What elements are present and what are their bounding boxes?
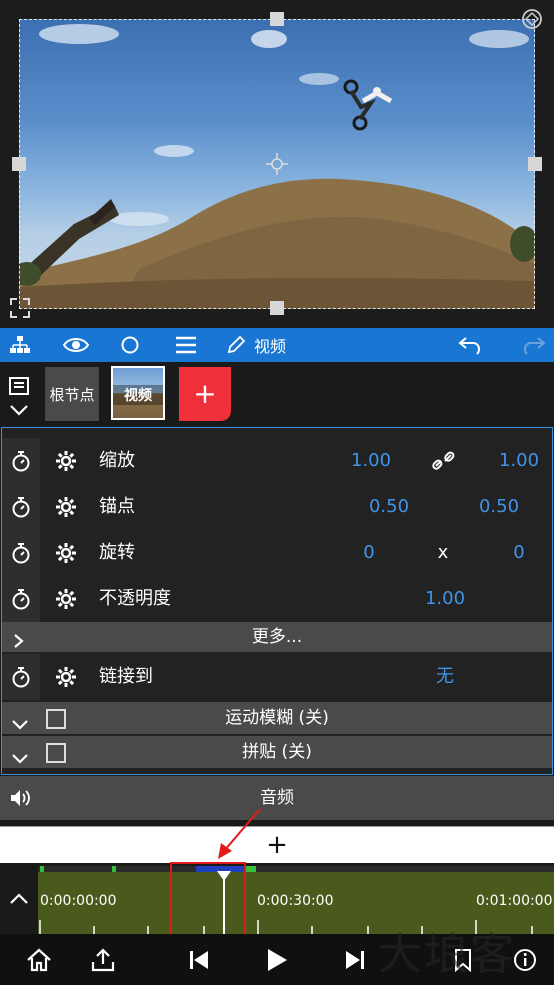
annotation-arrow <box>218 808 261 859</box>
pencil-icon <box>226 335 246 355</box>
resize-handle-top[interactable] <box>270 12 284 26</box>
keyframe-marker <box>112 866 116 872</box>
eye-icon[interactable] <box>60 328 92 362</box>
add-track-label: + <box>266 830 288 860</box>
highlight-box <box>170 862 246 938</box>
property-label: 缩放 <box>99 450 135 471</box>
property-row-anchor: 锚点 0.50 0.50 <box>2 484 552 530</box>
opacity-value[interactable]: 1.00 <box>410 576 480 622</box>
resize-handle-left[interactable] <box>12 157 26 171</box>
tile-checkbox[interactable] <box>46 743 66 763</box>
add-node-button[interactable]: + <box>179 367 231 421</box>
timecode-end: 0:01:00:00 <box>476 893 553 909</box>
export-icon[interactable] <box>86 934 120 985</box>
keyframe-stopwatch-icon[interactable] <box>2 530 40 576</box>
timecode-mid: 0:00:30:00 <box>257 893 334 909</box>
fit-frame-icon[interactable] <box>9 297 31 319</box>
keyframe-stopwatch-icon[interactable] <box>2 576 40 622</box>
link-to-value[interactable]: 无 <box>410 654 480 700</box>
section-tile[interactable]: 拼贴 (关) <box>2 736 552 768</box>
property-row-rotation: 旋转 0 x 0 <box>2 530 552 576</box>
video-node-label: 视频 <box>113 385 163 405</box>
property-row-link-to: 链接到 无 <box>2 654 552 700</box>
keyframe-marker <box>40 866 44 872</box>
root-node-button[interactable]: 根节点 <box>45 367 99 421</box>
chevron-down-icon <box>11 745 29 777</box>
skip-forward-icon[interactable] <box>338 934 372 985</box>
root-node-label: 根节点 <box>49 385 95 404</box>
resize-handle-right[interactable] <box>528 157 542 171</box>
property-label: 锚点 <box>99 496 135 517</box>
redo-icon[interactable] <box>518 328 550 362</box>
motion-blur-checkbox[interactable] <box>46 709 66 729</box>
audio-label: 音频 <box>260 788 294 808</box>
rename-button[interactable]: 视频 <box>226 328 306 362</box>
keyframe-stopwatch-icon[interactable] <box>2 484 40 530</box>
gear-icon[interactable] <box>54 530 78 576</box>
scale-x-value[interactable]: 1.00 <box>336 438 406 484</box>
link-chain-icon[interactable] <box>432 450 456 476</box>
scale-y-value[interactable]: 1.00 <box>484 438 554 484</box>
gear-icon[interactable] <box>54 576 78 622</box>
rotation-separator: x <box>437 542 449 563</box>
property-row-scale: 缩放 1.00 1.00 <box>2 438 552 484</box>
timecode-start: 0:00:00:00 <box>40 893 117 909</box>
add-node-label: + <box>193 377 217 410</box>
property-label: 不透明度 <box>99 588 171 609</box>
more-button[interactable]: 更多... <box>2 622 552 652</box>
layer-title: 视频 <box>254 337 287 356</box>
home-icon[interactable] <box>22 934 56 985</box>
link-to-label: 链接到 <box>99 666 153 687</box>
property-row-opacity: 不透明度 1.00 <box>2 576 552 622</box>
watermark: 大埌客 <box>378 929 516 980</box>
circle-icon[interactable] <box>114 328 146 362</box>
tile-label: 拼贴 (关) <box>242 742 312 762</box>
rotation-turns-value[interactable]: 0 <box>334 530 404 576</box>
chevron-down-icon[interactable] <box>8 403 30 419</box>
rotation-degrees-value[interactable]: 0 <box>484 530 554 576</box>
more-label: 更多... <box>251 627 303 647</box>
layers-list-icon[interactable] <box>8 377 30 397</box>
audio-bar[interactable]: 音频 <box>0 776 554 820</box>
gear-icon[interactable] <box>54 484 78 530</box>
property-label: 旋转 <box>99 542 135 563</box>
undo-icon[interactable] <box>454 328 486 362</box>
play-icon[interactable] <box>260 934 294 985</box>
gear-icon[interactable] <box>54 438 78 484</box>
section-motion-blur[interactable]: 运动模糊 (关) <box>2 702 552 734</box>
resize-handle-bottom[interactable] <box>270 301 284 315</box>
anchor-y-value[interactable]: 0.50 <box>464 484 534 530</box>
motion-blur-label: 运动模糊 (关) <box>225 708 329 728</box>
add-track-button[interactable]: + <box>0 826 554 863</box>
hierarchy-icon[interactable] <box>4 328 36 362</box>
video-node-thumbnail[interactable]: 视频 <box>111 366 165 420</box>
gear-icon[interactable] <box>54 654 78 700</box>
rotate-handle-icon[interactable] <box>521 8 543 30</box>
menu-icon[interactable] <box>170 328 202 362</box>
chevron-up-icon[interactable] <box>8 888 30 910</box>
properties-panel: 缩放 1.00 1.00 锚点 0.50 0.50 旋转 0 x 0 不透明度 … <box>1 427 553 775</box>
skip-back-icon[interactable] <box>182 934 216 985</box>
anchor-x-value[interactable]: 0.50 <box>354 484 424 530</box>
crosshair-icon[interactable] <box>266 153 288 175</box>
keyframe-stopwatch-icon[interactable] <box>2 438 40 484</box>
keyframe-stopwatch-icon[interactable] <box>2 654 40 700</box>
